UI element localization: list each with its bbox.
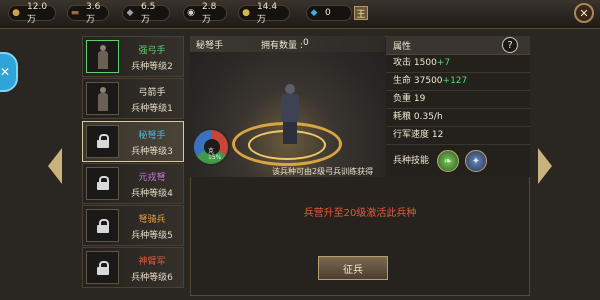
resource-coin-value: 14.4万 xyxy=(257,1,278,25)
unit-name: 神臂军 xyxy=(138,257,166,268)
resource-iron-value: 6.5万 xyxy=(141,1,156,25)
training-source-caption: 该兵种可由2级弓兵训练获得 xyxy=(272,167,374,176)
crossbow-skill-icon[interactable]: ✦ xyxy=(465,150,487,172)
gem-icon: ◆ xyxy=(310,8,318,18)
attribute-value: 0.35/h xyxy=(413,112,443,122)
lock-icon xyxy=(96,176,109,191)
unit-level: 兵种等级1 xyxy=(131,104,173,115)
unit-level: 兵种等级3 xyxy=(131,146,173,157)
attribute-row-load: 负重 19 xyxy=(386,90,530,109)
leaf-skill-icon[interactable]: ❧ xyxy=(437,150,459,172)
unit-name: 元戎弩 xyxy=(138,172,166,183)
attribute-label: 负重 xyxy=(393,94,412,104)
skills-label: 兵种技能 xyxy=(393,156,430,166)
unit-model xyxy=(278,84,302,144)
silver-icon: ◉ xyxy=(187,8,195,18)
food-icon: ● xyxy=(12,8,20,18)
unit-name: 弓箭手 xyxy=(138,88,166,99)
owned-count-label: 拥有数量 : xyxy=(261,41,303,51)
lock-icon xyxy=(96,260,109,275)
lock-icon xyxy=(96,134,109,149)
unit-item[interactable]: 强弓手 兵种等级2 xyxy=(82,36,184,77)
attribute-value: 37500 xyxy=(413,76,443,86)
attribute-label: 耗粮 xyxy=(393,112,412,122)
unit-name: 弩骑兵 xyxy=(138,215,166,226)
lock-icon xyxy=(96,218,109,233)
resource-silver-value: 2.8万 xyxy=(202,1,217,25)
resource-gem: ◆ 0 xyxy=(306,5,352,21)
unit-item[interactable]: 弓箭手 兵种等级1 xyxy=(82,78,184,120)
attribute-label: 生命 xyxy=(393,76,412,86)
iron-icon: ◆ xyxy=(126,8,134,18)
prev-arrow-icon[interactable] xyxy=(48,148,62,184)
recharge-button[interactable]: 王 xyxy=(354,6,368,20)
attribute-value: 1500 xyxy=(413,58,437,68)
coin-icon: ● xyxy=(242,8,250,18)
resource-iron: ◆ 6.5万 xyxy=(122,2,170,25)
archer-icon xyxy=(96,44,110,69)
resource-food: ● 12.0万 xyxy=(8,2,56,25)
attribute-value: 19 xyxy=(413,94,426,104)
resource-silver: ◉ 2.8万 xyxy=(183,2,227,25)
help-button[interactable]: ? xyxy=(502,37,518,53)
side-menu-tab[interactable]: ✕ xyxy=(0,52,18,92)
unit-name: 强弓手 xyxy=(138,46,166,56)
resource-wood-value: 3.6万 xyxy=(86,1,101,25)
resource-food-value: 12.0万 xyxy=(27,1,48,25)
attribute-label: 攻击 xyxy=(393,58,412,68)
unit-item[interactable]: 弩骑兵 兵种等级5 xyxy=(82,205,184,247)
recruit-button[interactable]: 征兵 xyxy=(318,256,388,280)
attribute-row-march-speed: 行军速度 12 xyxy=(386,126,530,145)
unit-name: 秘弩手 xyxy=(138,130,166,141)
unit-level: 兵种等级2 xyxy=(131,62,173,72)
unit-portrait xyxy=(86,124,119,158)
side-menu-icon: ✕ xyxy=(0,65,11,79)
attribute-row-attack: 攻击 1500+7 xyxy=(386,54,530,73)
unlock-requirement-text: 兵营升至20级激活此兵种 xyxy=(303,208,417,219)
attribute-bonus: +7 xyxy=(436,58,451,68)
attribute-bonus: +127 xyxy=(442,76,468,86)
unit-portrait xyxy=(86,251,119,285)
unit-level: 兵种等级4 xyxy=(131,188,173,199)
attribute-row-food-cost: 耗粮 0.35/h xyxy=(386,108,530,127)
attribute-label: 行军速度 xyxy=(393,130,430,140)
unit-portrait xyxy=(86,166,119,200)
unit-item-selected[interactable]: 秘弩手 兵种等级3 xyxy=(82,120,184,162)
unit-item[interactable]: 神臂军 兵种等级6 xyxy=(82,247,184,289)
unit-level: 兵种等级5 xyxy=(131,231,173,242)
resource-gem-value: 0 xyxy=(325,8,331,18)
wood-icon: ▬ xyxy=(70,8,80,18)
unit-list: 强弓手 兵种等级2 弓箭手 兵种等级1 秘弩手 兵种等级3 元戎弩 兵种等级4 … xyxy=(82,36,184,290)
unit-item[interactable]: 元戎弩 兵种等级4 xyxy=(82,162,184,204)
resource-wood: ▬ 3.6万 xyxy=(67,2,109,25)
unit-portrait xyxy=(86,40,119,73)
owned-count-value: 0 xyxy=(303,38,309,48)
unit-level: 兵种等级6 xyxy=(131,273,173,284)
attribute-row-health: 生命 37500+127 xyxy=(386,72,530,91)
unit-portrait xyxy=(86,82,119,116)
close-button[interactable]: ✕ xyxy=(574,3,594,23)
resource-coin: ● 14.4万 xyxy=(238,2,290,25)
counter-percent: 15% xyxy=(208,154,222,161)
attribute-title: 属性 xyxy=(393,42,412,52)
archer-icon xyxy=(96,86,110,111)
attribute-value: 12 xyxy=(431,130,444,140)
preview-unit-name: 秘弩手 xyxy=(196,41,224,51)
unit-portrait xyxy=(86,209,119,243)
next-arrow-icon[interactable] xyxy=(538,148,552,184)
